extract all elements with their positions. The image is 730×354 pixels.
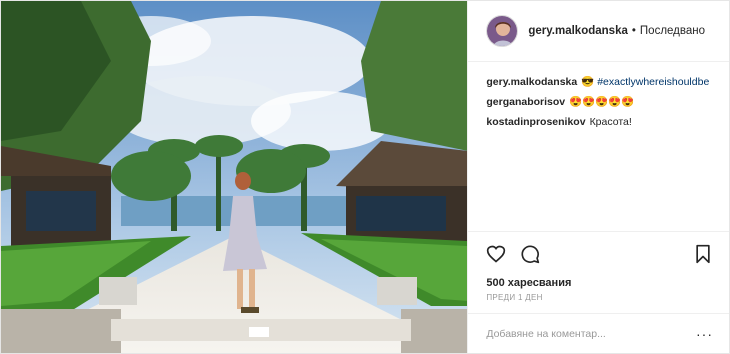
avatar-image [487,16,518,46]
comment-text: Красота! [589,116,632,128]
comment-item: kostadinprosenikov Красота! [486,112,711,132]
resort-photo-illustration [1,1,468,353]
add-comment-input[interactable] [486,327,696,340]
follow-status-button[interactable]: Последвано [640,25,705,37]
comment-button[interactable] [518,242,542,266]
like-button[interactable] [484,242,508,266]
header-separator: • [631,25,636,37]
action-bar [468,231,729,275]
comment-username[interactable]: kostadinprosenikov [486,116,585,128]
save-button[interactable] [691,242,715,266]
comment-username[interactable]: gerganaborisov [486,96,565,108]
comment-username[interactable]: gery.malkodanska [486,76,577,88]
header-username[interactable]: gery.malkodanska [528,25,628,37]
bookmark-icon [696,244,710,263]
likes-count[interactable]: 500 харесвания [468,275,729,291]
comment-text: 😍😍😍😍😍 [569,96,635,108]
more-options-icon[interactable]: ··· [696,326,713,342]
post-header: gery.malkodanska • Последвано [468,1,729,62]
comment-item: gerganaborisov 😍😍😍😍😍 [486,92,711,112]
add-comment-row: ··· [468,313,729,353]
post-sidebar: gery.malkodanska • Последвано gery.malko… [467,1,729,353]
comment-emoji: 😎 [581,76,595,88]
comment-item: gery.malkodanska 😎 #exactlywhereishouldbe [486,72,711,92]
comment-hashtag-link[interactable]: #exactlywhereishouldbe [597,76,709,88]
post-photo[interactable] [1,1,468,353]
instagram-post: gery.malkodanska • Последвано gery.malko… [0,0,730,354]
comment-bubble-icon [521,244,540,263]
avatar[interactable] [486,15,519,47]
post-timestamp: ПРЕДИ 1 ДЕН [486,293,543,302]
heart-icon [487,245,506,263]
comments-list: gery.malkodanska 😎 #exactlywhereishouldbe… [468,62,729,231]
